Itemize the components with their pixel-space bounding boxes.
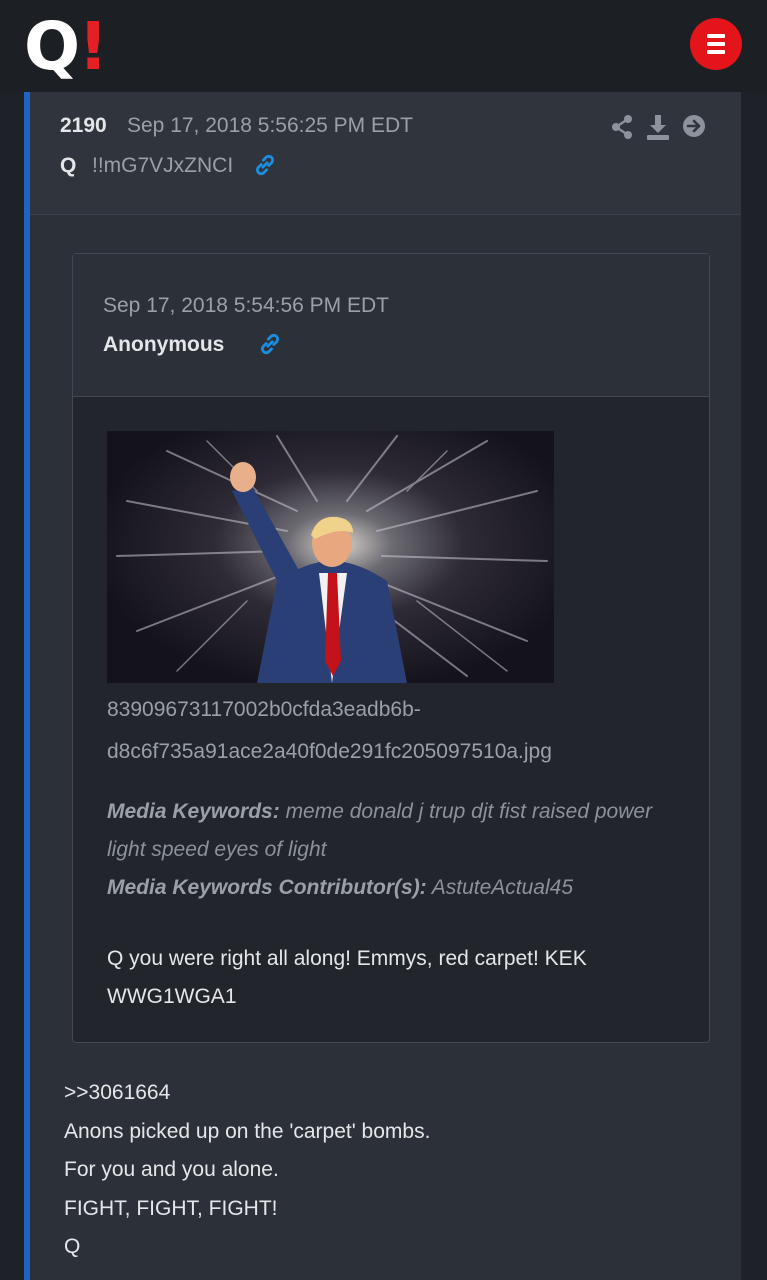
download-icon[interactable] <box>646 114 670 145</box>
keywords-label: Media Keywords: <box>107 800 280 823</box>
contributors-value: AstuteActual45 <box>431 876 574 899</box>
body-line: FIGHT, FIGHT, FIGHT! <box>64 1196 278 1220</box>
post-author: Q <box>60 154 77 177</box>
next-arrow-icon[interactable] <box>682 114 706 143</box>
quoted-post-date: Sep 17, 2018 5:54:56 PM EDT <box>103 294 390 317</box>
quoted-text-line: Q you were right all along! Emmys, red c… <box>107 947 587 970</box>
permalink-icon[interactable] <box>252 152 278 178</box>
quoted-text-line: WWG1WGA1 <box>107 985 237 1008</box>
permalink-icon[interactable] <box>257 331 283 357</box>
post-date: Sep 17, 2018 5:56:25 PM EDT <box>127 114 414 137</box>
body-line: Q <box>64 1235 81 1258</box>
menu-button[interactable] <box>690 18 742 70</box>
filename-line: d8c6f735a91ace2a40f0de291fc205097510a.jp… <box>107 740 552 763</box>
body-line: For you and you alone. <box>64 1158 279 1181</box>
app-header: Q! <box>0 0 767 92</box>
hamburger-icon-bar <box>707 50 725 54</box>
quoted-post: Sep 17, 2018 5:54:56 PM EDT Anonymous 83… <box>72 253 710 1043</box>
post-header: 2190 Sep 17, 2018 5:56:25 PM EDT Q !!mG7… <box>30 92 741 215</box>
share-icon[interactable] <box>610 114 634 145</box>
quoted-post-text: Q you were right all along! Emmys, red c… <box>107 940 687 1016</box>
post-number[interactable]: 2190 <box>60 114 107 138</box>
site-logo[interactable]: Q! <box>24 12 108 82</box>
image-filename[interactable]: 83909673117002b0cfda3eadb6b- d8c6f735a91… <box>107 689 687 773</box>
filename-line: 83909673117002b0cfda3eadb6b- <box>107 698 421 721</box>
post-body: >>3061664 Anons picked up on the 'carpet… <box>64 1074 704 1267</box>
contributors-label: Media Keywords Contributor(s): <box>107 876 427 899</box>
reply-link[interactable]: >>3061664 <box>64 1074 704 1113</box>
hamburger-icon-bar <box>707 42 725 46</box>
hamburger-icon <box>707 34 725 38</box>
quoted-post-header: Sep 17, 2018 5:54:56 PM EDT Anonymous <box>73 254 709 397</box>
logo-q: Q <box>24 8 80 85</box>
post-card: 2190 Sep 17, 2018 5:56:25 PM EDT Q !!mG7… <box>24 92 741 1280</box>
body-line: Anons picked up on the 'carpet' bombs. <box>64 1119 431 1143</box>
post-tripcode: !!mG7VJxZNCI <box>92 154 234 177</box>
attached-image[interactable] <box>107 431 554 683</box>
quoted-post-author: Anonymous <box>103 333 225 356</box>
media-keywords: Media Keywords: meme donald j trup djt f… <box>107 793 687 907</box>
logo-exclamation: ! <box>78 8 108 85</box>
